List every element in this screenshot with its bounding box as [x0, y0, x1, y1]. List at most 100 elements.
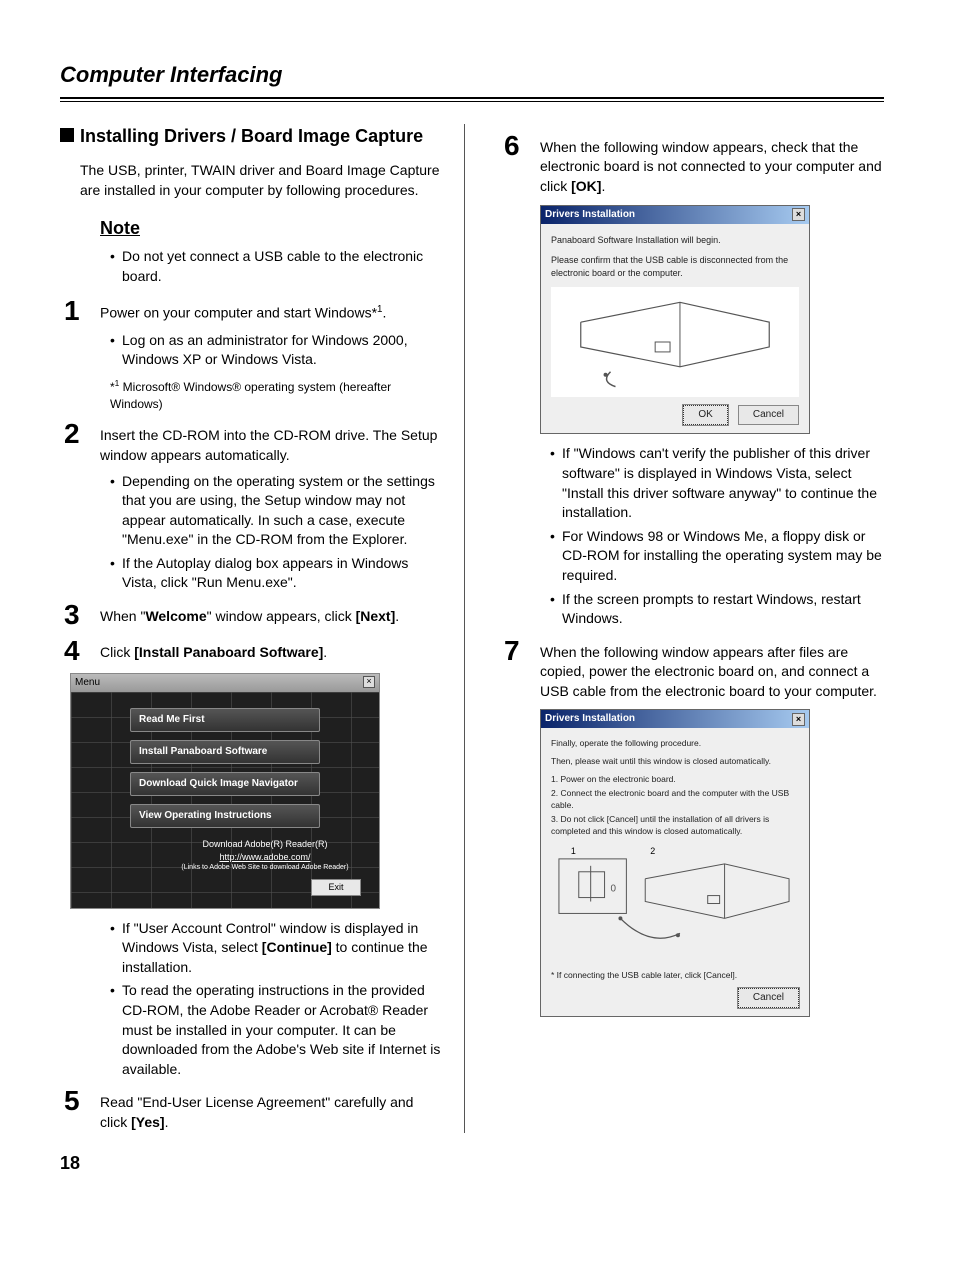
- adobe-fineprint: (Links to Adobe Web Site to download Ado…: [165, 863, 365, 873]
- bold-install: [Install Panaboard Software]: [134, 644, 323, 660]
- intro-paragraph: The USB, printer, TWAIN driver and Board…: [80, 161, 444, 200]
- step-1: 1 Power on your computer and start Windo…: [60, 297, 444, 325]
- left-column: Installing Drivers / Board Image Capture…: [60, 124, 464, 1133]
- dialog-footnote: * If connecting the USB cable later, cli…: [551, 970, 799, 982]
- bullet: For Windows 98 or Windows Me, a floppy d…: [550, 527, 884, 586]
- step-1-footnote: *1 Microsoft® Windows® operating system …: [110, 378, 444, 413]
- step-body: When the following window appears, check…: [540, 132, 884, 197]
- step-body: Click [Install Panaboard Software].: [100, 637, 444, 663]
- step-3: 3 When "Welcome" window appears, click […: [60, 601, 444, 629]
- cancel-button[interactable]: Cancel: [738, 405, 799, 425]
- square-bullet-icon: [60, 128, 74, 142]
- menu-button-download-qin[interactable]: Download Quick Image Navigator: [130, 772, 320, 796]
- svg-text:0: 0: [611, 883, 617, 894]
- step-1-bullets: Log on as an administrator for Windows 2…: [110, 331, 444, 370]
- step-6: 6 When the following window appears, che…: [500, 132, 884, 197]
- menu-button-view-instructions[interactable]: View Operating Instructions: [130, 804, 320, 828]
- fn-body: Microsoft® Windows® operating system (he…: [110, 380, 391, 411]
- step-body: Read "End-User License Agreement" carefu…: [100, 1087, 444, 1132]
- adobe-link[interactable]: http://www.adobe.com/: [165, 851, 365, 864]
- list-item: 3. Do not click [Cancel] until the insta…: [551, 814, 799, 838]
- step-text-post: .: [382, 304, 386, 320]
- t: .: [395, 608, 399, 624]
- menu-button-install[interactable]: Install Panaboard Software: [130, 740, 320, 764]
- step-body: When the following window appears after …: [540, 637, 884, 702]
- step-body: When "Welcome" window appears, click [Ne…: [100, 601, 444, 627]
- exit-button[interactable]: Exit: [311, 879, 361, 896]
- step-5: 5 Read "End-User License Agreement" care…: [60, 1087, 444, 1132]
- subsection-heading: Installing Drivers / Board Image Capture: [60, 124, 444, 149]
- step-2-bullets: Depending on the operating system or the…: [110, 472, 444, 594]
- cancel-button[interactable]: Cancel: [738, 988, 799, 1008]
- dialog-buttons: Cancel: [551, 988, 799, 1008]
- list-item: 2. Connect the electronic board and the …: [551, 788, 799, 812]
- bullet: If the Autoplay dialog box appears in Wi…: [110, 554, 444, 593]
- right-column: 6 When the following window appears, che…: [464, 124, 884, 1133]
- page-title: Computer Interfacing: [60, 60, 884, 91]
- two-column-layout: Installing Drivers / Board Image Capture…: [60, 124, 884, 1133]
- bold-continue: [Continue]: [262, 939, 332, 955]
- dialog-titlebar: Drivers Installation ×: [541, 206, 809, 224]
- list-item: 1. Power on the electronic board.: [551, 774, 799, 786]
- dialog-title: Drivers Installation: [545, 208, 635, 222]
- step-6-bullets: If "Windows can't verify the publisher o…: [550, 444, 884, 628]
- t: When ": [100, 608, 145, 624]
- label-1: 1: [571, 846, 576, 856]
- step-number: 1: [60, 297, 100, 325]
- menu-title: Menu: [75, 676, 100, 690]
- close-icon[interactable]: ×: [792, 713, 805, 726]
- adobe-head: Download Adobe(R) Reader(R): [202, 839, 327, 849]
- bullet: If the screen prompts to restart Windows…: [550, 590, 884, 629]
- note-bullet: Do not yet connect a USB cable to the el…: [110, 247, 444, 286]
- instr2: Then, please wait until this window is c…: [551, 756, 799, 768]
- step-number: 6: [500, 132, 540, 160]
- step-4-bullets: If "User Account Control" window is disp…: [110, 919, 444, 1080]
- close-icon[interactable]: ×: [792, 208, 805, 221]
- dialog-body: Finally, operate the following procedure…: [541, 728, 809, 1015]
- subsection-title: Installing Drivers / Board Image Capture: [80, 124, 423, 149]
- dialog-buttons: OK Cancel: [551, 405, 799, 425]
- step-number: 5: [60, 1087, 100, 1115]
- connection-diagram: 1 2 0: [551, 844, 799, 964]
- board-illustration: [551, 287, 799, 397]
- t: " window appears, click: [207, 608, 356, 624]
- bullet: If "Windows can't verify the publisher o…: [550, 444, 884, 522]
- dialog-body: Panaboard Software Installation will beg…: [541, 224, 809, 434]
- drivers-installation-dialog-2: Drivers Installation × Finally, operate …: [540, 709, 810, 1016]
- menu-window-figure: Menu × Read Me First Install Panaboard S…: [70, 673, 380, 909]
- menu-button-readme[interactable]: Read Me First: [130, 708, 320, 732]
- label-2: 2: [650, 846, 655, 856]
- bold-welcome: Welcome: [145, 608, 206, 624]
- bold-yes: [Yes]: [131, 1114, 164, 1130]
- note-heading: Note: [100, 216, 444, 241]
- drivers-installation-dialog-1: Drivers Installation × Panaboard Softwar…: [540, 205, 810, 435]
- bullet: Log on as an administrator for Windows 2…: [110, 331, 444, 370]
- t: .: [323, 644, 327, 660]
- t: .: [601, 178, 605, 194]
- dialog-title: Drivers Installation: [545, 712, 635, 726]
- instr1: Finally, operate the following procedure…: [551, 738, 799, 750]
- dialog-line2: Please confirm that the USB cable is dis…: [551, 254, 799, 279]
- ok-button[interactable]: OK: [683, 405, 727, 425]
- step-number: 2: [60, 420, 100, 448]
- step-7: 7 When the following window appears afte…: [500, 637, 884, 702]
- note-bullet-list: Do not yet connect a USB cable to the el…: [110, 247, 444, 286]
- step-number: 7: [500, 637, 540, 665]
- numbered-list: 1. Power on the electronic board. 2. Con…: [551, 774, 799, 837]
- menu-body: Read Me First Install Panaboard Software…: [71, 692, 379, 908]
- bullet: Depending on the operating system or the…: [110, 472, 444, 550]
- close-icon[interactable]: ×: [363, 676, 375, 688]
- dialog-titlebar: Drivers Installation ×: [541, 710, 809, 728]
- step-text: Power on your computer and start Windows…: [100, 304, 377, 320]
- heading-rule: [60, 97, 884, 102]
- menu-titlebar: Menu ×: [71, 674, 379, 692]
- bullet: If "User Account Control" window is disp…: [110, 919, 444, 978]
- t: .: [165, 1114, 169, 1130]
- step-2: 2 Insert the CD-ROM into the CD-ROM driv…: [60, 420, 444, 465]
- t: Click: [100, 644, 134, 660]
- bold-next: [Next]: [356, 608, 396, 624]
- page-number: 18: [60, 1151, 884, 1176]
- bold-ok: [OK]: [571, 178, 601, 194]
- step-number: 3: [60, 601, 100, 629]
- step-body: Power on your computer and start Windows…: [100, 297, 444, 323]
